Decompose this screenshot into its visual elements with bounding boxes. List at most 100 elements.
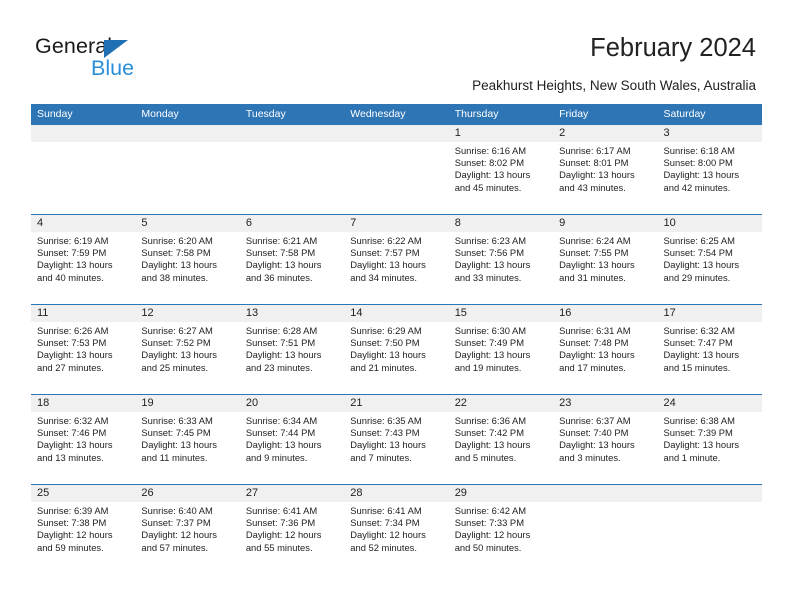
- day-cell[interactable]: Sunrise: 6:32 AM Sunset: 7:46 PM Dayligh…: [31, 412, 135, 484]
- page-title: February 2024: [590, 34, 756, 62]
- daylight-text-line2: and 5 minutes.: [454, 451, 517, 463]
- calendar-week-row: 4 5 6 7 8 9 10 Sunrise: 6:19 AM Sunset: …: [31, 214, 762, 304]
- sunrise-text: Sunrise: 6:19 AM: [37, 235, 109, 246]
- day-cell[interactable]: Sunrise: 6:39 AM Sunset: 7:38 PM Dayligh…: [31, 502, 135, 574]
- sunset-text: Sunset: 7:46 PM: [37, 427, 107, 439]
- day-number[interactable]: 1: [449, 125, 553, 142]
- daylight-text-line1: Daylight: 13 hours: [454, 439, 531, 451]
- day-cell[interactable]: Sunrise: 6:22 AM Sunset: 7:57 PM Dayligh…: [344, 232, 448, 304]
- day-number[interactable]: 15: [449, 305, 553, 322]
- daylight-text-line2: and 34 minutes.: [350, 271, 417, 283]
- day-number[interactable]: 6: [240, 215, 344, 232]
- day-number[interactable]: 17: [658, 305, 762, 322]
- day-number[interactable]: 7: [344, 215, 448, 232]
- day-cell[interactable]: Sunrise: 6:18 AM Sunset: 8:00 PM Dayligh…: [658, 142, 762, 214]
- day-number[interactable]: [658, 485, 762, 502]
- day-number[interactable]: 5: [135, 215, 239, 232]
- day-number[interactable]: 24: [658, 395, 762, 412]
- day-number[interactable]: 22: [449, 395, 553, 412]
- day-cell[interactable]: Sunrise: 6:35 AM Sunset: 7:43 PM Dayligh…: [344, 412, 448, 484]
- sunset-text: Sunset: 7:40 PM: [559, 427, 629, 439]
- sunrise-text: Sunrise: 6:17 AM: [559, 145, 631, 156]
- day-number[interactable]: 11: [31, 305, 135, 322]
- week-date-band: 18 19 20 21 22 23 24: [31, 395, 762, 412]
- day-cell[interactable]: [344, 142, 448, 214]
- day-number[interactable]: 12: [135, 305, 239, 322]
- day-number[interactable]: 13: [240, 305, 344, 322]
- day-number[interactable]: 9: [553, 215, 657, 232]
- day-number[interactable]: [240, 125, 344, 142]
- day-cell[interactable]: Sunrise: 6:24 AM Sunset: 7:55 PM Dayligh…: [553, 232, 657, 304]
- day-cell[interactable]: [658, 502, 762, 574]
- day-number[interactable]: [344, 125, 448, 142]
- daylight-text-line1: Daylight: 13 hours: [37, 349, 113, 361]
- day-cell[interactable]: Sunrise: 6:26 AM Sunset: 7:53 PM Dayligh…: [31, 322, 135, 394]
- day-number[interactable]: 25: [31, 485, 135, 502]
- day-cell[interactable]: Sunrise: 6:21 AM Sunset: 7:58 PM Dayligh…: [240, 232, 344, 304]
- day-cell[interactable]: Sunrise: 6:23 AM Sunset: 7:56 PM Dayligh…: [449, 232, 553, 304]
- day-cell[interactable]: Sunrise: 6:41 AM Sunset: 7:36 PM Dayligh…: [240, 502, 344, 574]
- day-number[interactable]: 3: [658, 125, 762, 142]
- day-cell[interactable]: Sunrise: 6:36 AM Sunset: 7:42 PM Dayligh…: [449, 412, 553, 484]
- daylight-text-line1: Daylight: 13 hours: [141, 439, 217, 451]
- day-number[interactable]: 28: [344, 485, 448, 502]
- sunrise-text: Sunrise: 6:23 AM: [454, 235, 527, 246]
- day-number[interactable]: 27: [240, 485, 344, 502]
- day-number[interactable]: 18: [31, 395, 135, 412]
- day-number[interactable]: [135, 125, 239, 142]
- day-cell[interactable]: Sunrise: 6:32 AM Sunset: 7:47 PM Dayligh…: [658, 322, 762, 394]
- day-number[interactable]: 8: [449, 215, 553, 232]
- day-cell[interactable]: Sunrise: 6:19 AM Sunset: 7:59 PM Dayligh…: [31, 232, 135, 304]
- day-cell[interactable]: [31, 142, 135, 214]
- day-number[interactable]: 20: [240, 395, 344, 412]
- day-cell[interactable]: Sunrise: 6:41 AM Sunset: 7:34 PM Dayligh…: [344, 502, 448, 574]
- week-detail-row: Sunrise: 6:26 AM Sunset: 7:53 PM Dayligh…: [31, 322, 762, 394]
- weekday-header-saturday: Saturday: [663, 108, 706, 120]
- day-cell[interactable]: Sunrise: 6:17 AM Sunset: 8:01 PM Dayligh…: [553, 142, 657, 214]
- daylight-text-line1: Daylight: 13 hours: [559, 259, 635, 271]
- day-cell[interactable]: Sunrise: 6:20 AM Sunset: 7:58 PM Dayligh…: [135, 232, 239, 304]
- day-cell[interactable]: Sunrise: 6:29 AM Sunset: 7:50 PM Dayligh…: [344, 322, 448, 394]
- day-number[interactable]: 10: [658, 215, 762, 232]
- day-number[interactable]: 2: [553, 125, 657, 142]
- day-cell[interactable]: Sunrise: 6:37 AM Sunset: 7:40 PM Dayligh…: [553, 412, 657, 484]
- day-number[interactable]: [31, 125, 135, 142]
- day-cell[interactable]: Sunrise: 6:33 AM Sunset: 7:45 PM Dayligh…: [135, 412, 239, 484]
- calendar-page: General Blue February 2024 Peakhurst Hei…: [0, 0, 792, 612]
- day-cell[interactable]: Sunrise: 6:16 AM Sunset: 8:02 PM Dayligh…: [449, 142, 553, 214]
- daylight-text-line1: Daylight: 13 hours: [454, 259, 531, 271]
- daylight-text-line1: Daylight: 13 hours: [245, 349, 322, 361]
- day-cell[interactable]: Sunrise: 6:25 AM Sunset: 7:54 PM Dayligh…: [658, 232, 762, 304]
- day-cell[interactable]: Sunrise: 6:42 AM Sunset: 7:33 PM Dayligh…: [449, 502, 553, 574]
- general-blue-logo[interactable]: General Blue: [35, 34, 235, 86]
- daylight-text-line1: Daylight: 13 hours: [663, 169, 740, 181]
- day-cell[interactable]: Sunrise: 6:38 AM Sunset: 7:39 PM Dayligh…: [658, 412, 762, 484]
- sunrise-text: Sunrise: 6:42 AM: [454, 505, 527, 516]
- day-cell[interactable]: Sunrise: 6:30 AM Sunset: 7:49 PM Dayligh…: [449, 322, 553, 394]
- day-number[interactable]: 14: [344, 305, 448, 322]
- day-cell[interactable]: Sunrise: 6:28 AM Sunset: 7:51 PM Dayligh…: [240, 322, 344, 394]
- day-number[interactable]: [553, 485, 657, 502]
- sunrise-text: Sunrise: 6:30 AM: [454, 325, 527, 336]
- day-number[interactable]: 26: [135, 485, 239, 502]
- day-cell[interactable]: Sunrise: 6:27 AM Sunset: 7:52 PM Dayligh…: [135, 322, 239, 394]
- day-number[interactable]: 16: [553, 305, 657, 322]
- day-number[interactable]: 23: [553, 395, 657, 412]
- day-cell[interactable]: [135, 142, 239, 214]
- day-cell[interactable]: [240, 142, 344, 214]
- day-number[interactable]: 29: [449, 485, 553, 502]
- sunset-text: Sunset: 7:44 PM: [245, 427, 316, 439]
- day-cell[interactable]: [553, 502, 657, 574]
- day-number[interactable]: 4: [31, 215, 135, 232]
- sunrise-text: Sunrise: 6:36 AM: [454, 415, 527, 426]
- daylight-text-line1: Daylight: 13 hours: [559, 349, 635, 361]
- sunrise-text: Sunrise: 6:21 AM: [245, 235, 318, 246]
- day-number[interactable]: 19: [135, 395, 239, 412]
- day-cell[interactable]: Sunrise: 6:40 AM Sunset: 7:37 PM Dayligh…: [135, 502, 239, 574]
- day-cell[interactable]: Sunrise: 6:34 AM Sunset: 7:44 PM Dayligh…: [240, 412, 344, 484]
- day-number[interactable]: 21: [344, 395, 448, 412]
- weekday-header-sunday: Sunday: [37, 108, 73, 120]
- weekday-header-thursday: Thursday: [454, 108, 499, 120]
- day-cell[interactable]: Sunrise: 6:31 AM Sunset: 7:48 PM Dayligh…: [553, 322, 657, 394]
- daylight-text-line1: Daylight: 13 hours: [559, 169, 635, 181]
